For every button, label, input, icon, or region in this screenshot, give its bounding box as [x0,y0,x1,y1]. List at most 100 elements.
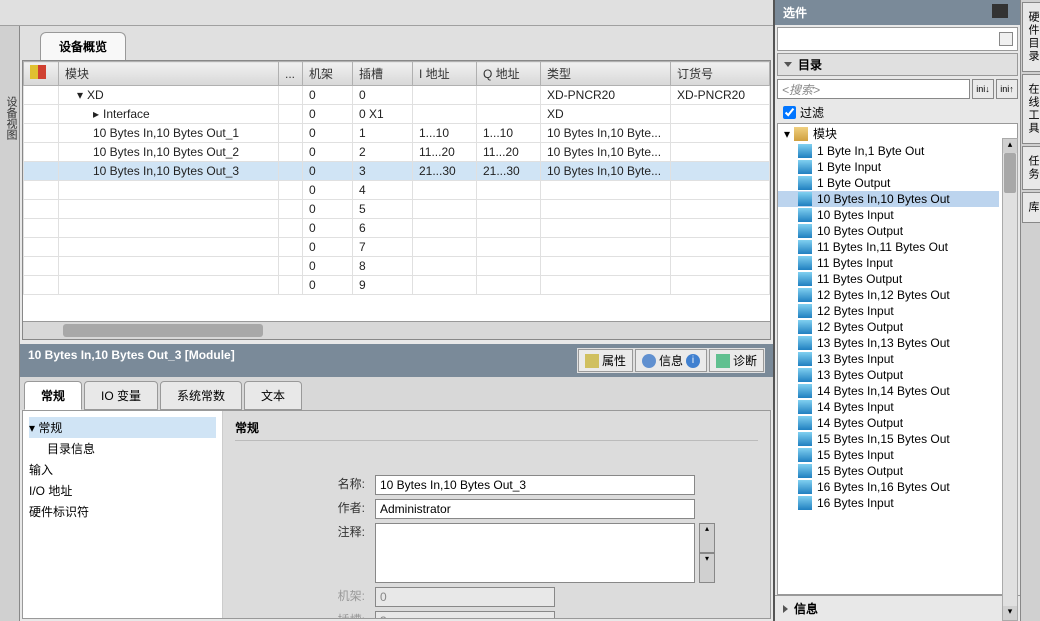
main-area: 设备概览 模块 ... 机架 插槽 I 地址 Q 地址 类型 订货号 ▾XD00… [20,26,773,621]
tree-item[interactable]: 13 Bytes Input [778,351,999,367]
properties-icon [585,354,599,368]
author-field[interactable] [375,499,695,519]
table-row[interactable]: 10 Bytes In,10 Bytes Out_1011...101...10… [24,124,770,143]
info-badge: i [686,354,700,368]
col-module[interactable]: 模块 [59,62,279,86]
tree-item[interactable]: 14 Bytes Output [778,415,999,431]
chevron-right-icon [783,605,788,613]
search-up-button[interactable]: ini↑ [996,79,1018,99]
comment-spinner[interactable]: ▴▾ [699,523,715,583]
tree-item[interactable]: 13 Bytes In,13 Bytes Out [778,335,999,351]
nav-general[interactable]: ▾ 常规 [29,417,216,438]
tree-item[interactable]: 15 Bytes In,15 Bytes Out [778,431,999,447]
tree-item[interactable]: 12 Bytes In,12 Bytes Out [778,287,999,303]
far-right-tabs: 硬件目录在线工具任务库 [1020,0,1040,621]
left-vertical-label: 设备视图 [0,26,20,621]
name-field[interactable] [375,475,695,495]
options-toolbar [777,27,1018,51]
tree-item[interactable]: 14 Bytes Input [778,399,999,415]
device-table[interactable]: 模块 ... 机架 插槽 I 地址 Q 地址 类型 订货号 ▾XD00XD-PN… [23,61,770,295]
tree-item[interactable]: 10 Bytes In,10 Bytes Out [778,191,999,207]
lower-tab[interactable]: 常规 [24,381,82,410]
info-icon [642,354,656,368]
tree-item[interactable]: 11 Bytes Output [778,271,999,287]
filter-checkbox[interactable] [783,106,796,119]
table-row[interactable]: 08 [24,257,770,276]
table-row[interactable]: 10 Bytes In,10 Bytes Out_20211...2011...… [24,143,770,162]
table-row[interactable]: ▸Interface00 X1XD [24,105,770,124]
table-row[interactable]: 04 [24,181,770,200]
filter-label: 过滤 [800,104,824,121]
tree-item[interactable]: 13 Bytes Output [778,367,999,383]
tree-item[interactable]: 15 Bytes Input [778,447,999,463]
nav-hw-id[interactable]: 硬件标识符 [29,501,216,522]
table-row[interactable]: 09 [24,276,770,295]
nav-input[interactable]: 输入 [29,459,216,480]
tree-item[interactable]: 1 Byte Output [778,175,999,191]
vertical-tab[interactable]: 库 [1022,192,1040,223]
col-type[interactable]: 类型 [541,62,671,86]
col-slot[interactable]: 插槽 [353,62,413,86]
lower-tabs: 常规IO 变量系统常数文本 [20,377,773,410]
nav-io-address[interactable]: I/O 地址 [29,480,216,501]
lower-tab[interactable]: 文本 [244,381,302,410]
comment-label: 注释: [235,523,375,540]
nav-tree[interactable]: ▾ 常规 目录信息 输入 I/O 地址 硬件标识符 [23,411,223,618]
catalog-header[interactable]: 目录 [777,53,1018,76]
rack-label: 机架: [235,587,375,604]
device-table-container: 模块 ... 机架 插槽 I 地址 Q 地址 类型 订货号 ▾XD00XD-PN… [22,60,771,340]
vertical-tab[interactable]: 在线工具 [1022,74,1040,144]
lower-tab[interactable]: IO 变量 [84,381,158,410]
table-row[interactable]: 10 Bytes In,10 Bytes Out_30321...3021...… [24,162,770,181]
comment-field[interactable] [375,523,695,583]
catalog-tree[interactable]: ▾模块1 Byte In,1 Byte Out1 Byte Input1 Byt… [777,123,1018,595]
form-area: 常规 名称: 作者: 注释: ▴▾ 机架: 插槽: [223,411,770,618]
col-qaddr[interactable]: Q 地址 [477,62,541,86]
search-input[interactable] [777,79,970,99]
table-row[interactable]: 06 [24,219,770,238]
h-scrollbar[interactable] [23,321,770,339]
lower-tab[interactable]: 系统常数 [160,381,242,410]
vertical-tab[interactable]: 任务 [1022,146,1040,190]
name-label: 名称: [235,475,375,492]
tree-item[interactable]: 11 Bytes In,11 Bytes Out [778,239,999,255]
catalog-scrollbar[interactable]: ▴▾ [1002,138,1018,621]
col-iaddr[interactable]: I 地址 [413,62,477,86]
tree-item[interactable]: 1 Byte Input [778,159,999,175]
tree-item[interactable]: 1 Byte In,1 Byte Out [778,143,999,159]
table-row[interactable]: 07 [24,238,770,257]
form-heading: 常规 [235,419,758,441]
col-rack[interactable]: 机架 [303,62,353,86]
tab-info[interactable]: 信息i [635,349,707,372]
slot-field [375,611,555,619]
tree-item[interactable]: 11 Bytes Input [778,255,999,271]
tree-root[interactable]: ▾模块 [778,124,999,143]
lower-body: ▾ 常规 目录信息 输入 I/O 地址 硬件标识符 常规 名称: 作者: 注释:… [22,410,771,619]
options-square-button[interactable] [999,32,1013,46]
tree-item[interactable]: 16 Bytes Input [778,495,999,511]
author-label: 作者: [235,499,375,516]
vertical-tab[interactable]: 硬件目录 [1022,2,1040,72]
tree-item[interactable]: 15 Bytes Output [778,463,999,479]
table-row[interactable]: ▾XD00XD-PNCR20XD-PNCR20 [24,86,770,105]
tree-item[interactable]: 12 Bytes Input [778,303,999,319]
table-row[interactable]: 05 [24,200,770,219]
tree-item[interactable]: 14 Bytes In,14 Bytes Out [778,383,999,399]
search-down-button[interactable]: ini↓ [972,79,994,99]
tree-item[interactable]: 16 Bytes In,16 Bytes Out [778,479,999,495]
chevron-down-icon [784,62,792,67]
options-icon[interactable] [992,4,1008,18]
tab-diagnostics[interactable]: 诊断 [709,349,764,372]
info-section-header[interactable]: 信息 [775,595,1020,621]
col-dots[interactable]: ... [279,62,303,86]
tab-properties[interactable]: 属性 [578,349,633,372]
tree-item[interactable]: 10 Bytes Output [778,223,999,239]
col-order[interactable]: 订货号 [671,62,770,86]
nav-catalog-info[interactable]: 目录信息 [29,438,216,459]
diagnostics-icon [716,354,730,368]
tree-item[interactable]: 12 Bytes Output [778,319,999,335]
tab-device-overview[interactable]: 设备概览 [40,32,126,60]
tree-item[interactable]: 10 Bytes Input [778,207,999,223]
filter-row: 过滤 [777,102,1018,123]
options-title: 选件 [775,0,1020,25]
